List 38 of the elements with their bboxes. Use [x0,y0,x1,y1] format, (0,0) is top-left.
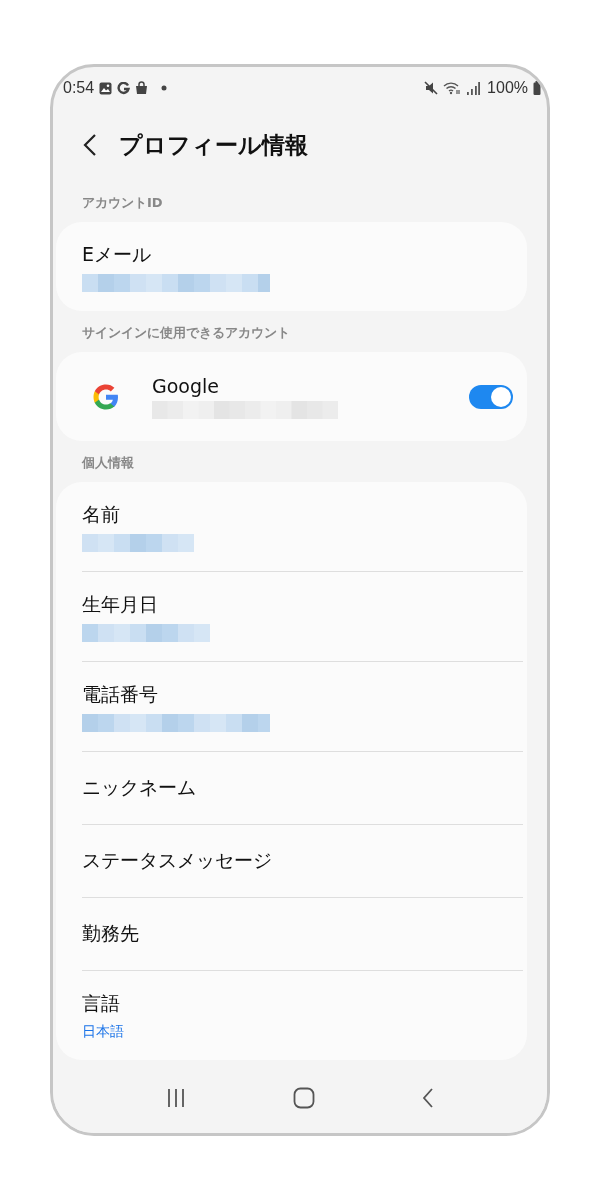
settings-row[interactable]: ステータスメッセージ [56,825,527,897]
back-icon[interactable] [83,133,97,157]
account-row[interactable]: Google [56,352,527,441]
home-icon[interactable] [293,1087,315,1109]
settings-row[interactable]: 名前 [56,482,527,571]
back-icon[interactable] [421,1087,434,1109]
google-g-icon [117,81,131,95]
section-label: サインインに使用できるアカウント [81,324,291,342]
battery-icon [533,81,541,95]
row-label: 勤務先 [82,921,140,946]
row-label: Eメール [82,241,152,267]
recent-apps-icon[interactable] [166,1088,187,1108]
section-label: アカウントID [81,194,164,212]
gallery-icon [99,81,113,95]
row-label: 生年月日 [82,591,159,617]
wifi-icon [443,81,462,95]
section-label: 個人情報 [80,454,135,472]
signal-icon [466,81,481,95]
row-value: 日本語 [82,1022,125,1041]
page-title: プロフィール情報 [119,130,308,160]
account-name: Google [152,374,220,397]
row-label: ニックネーム [82,775,197,800]
settings-row[interactable]: 電話番号 [56,662,527,751]
row-label: 電話番号 [82,681,159,707]
status-time: 0:54 [63,79,95,97]
settings-row[interactable]: Eメール [56,222,527,311]
settings-row[interactable]: 生年月日 [56,572,527,661]
settings-row[interactable]: ニックネーム [56,752,527,824]
battery-percentage: 100% [487,79,528,97]
settings-row[interactable]: 勤務先 [56,898,527,970]
row-label: ステータスメッセージ [82,848,273,873]
mute-icon [424,81,439,95]
row-label: 名前 [82,501,121,527]
dot-icon [161,85,168,91]
toggle-switch[interactable] [469,384,513,409]
row-label: 言語 [82,990,121,1016]
settings-row[interactable]: 言語 日本語 [56,971,527,1060]
shopping-bag-icon [135,81,149,95]
